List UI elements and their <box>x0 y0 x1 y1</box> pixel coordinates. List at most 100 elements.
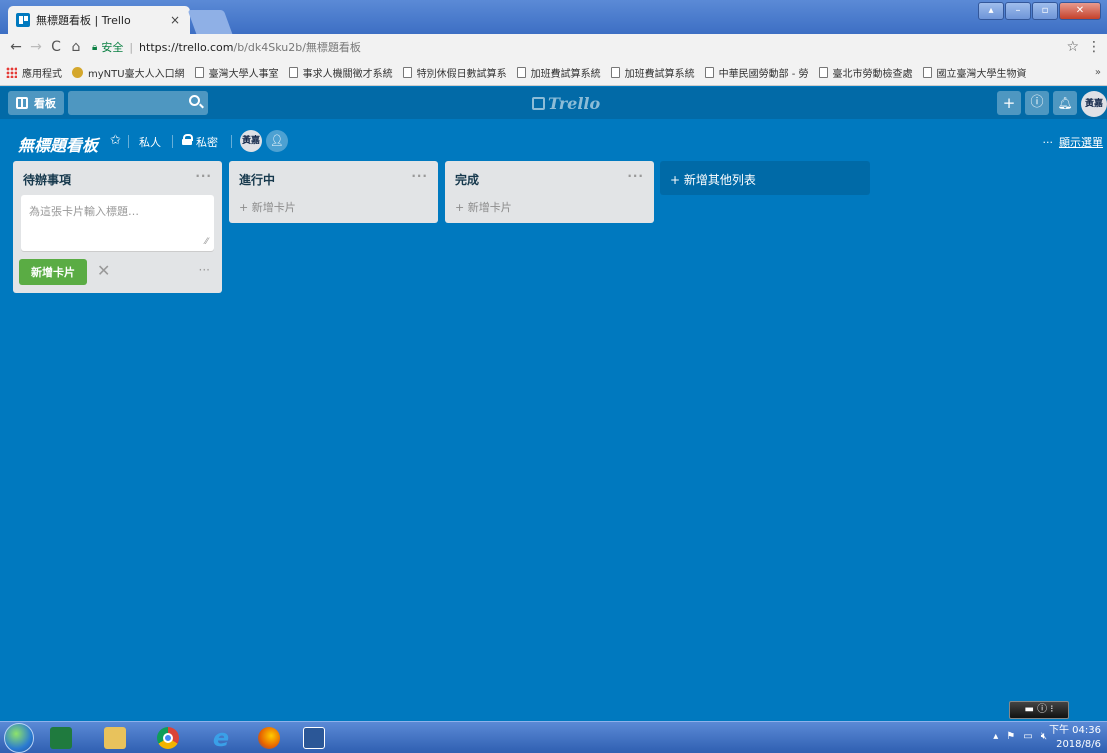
bookmark-label: 臺北市勞動檢查處 <box>832 69 913 80</box>
board-team[interactable]: 私人 <box>139 134 161 150</box>
card-title-input[interactable] <box>27 201 208 231</box>
list-done: 完成 ··· + 新增卡片 <box>445 161 654 223</box>
create-plus-icon[interactable]: + <box>997 91 1021 115</box>
notification-bell-icon[interactable]: 🔔︎ <box>1053 91 1077 115</box>
list-menu-icon[interactable]: ··· <box>411 169 428 183</box>
page-icon <box>516 67 526 78</box>
bookmark-item[interactable]: 中華民國勞動部 - 勞 <box>704 65 809 80</box>
add-card-link[interactable]: + 新增卡片 <box>229 195 438 223</box>
system-tray: ▴ ⚑ ▭ 🔇︎ <box>985 731 1047 742</box>
board-header: 無標題看板 ✩ 私人 私密 黃嘉 👤︎ ··· 顯示選單 <box>0 127 1107 155</box>
info-icon[interactable]: ⓘ <box>1025 91 1049 115</box>
add-card-link[interactable]: + 新增卡片 <box>445 195 654 223</box>
composer-options-icon[interactable]: ··· <box>199 263 210 277</box>
list-title: 進行中 <box>239 173 276 187</box>
restore-icon[interactable]: ▴ <box>978 2 1004 20</box>
back-icon[interactable]: ← <box>6 39 26 55</box>
internet-explorer-icon[interactable]: e <box>210 726 232 750</box>
maximize-icon[interactable]: ▫ <box>1032 2 1058 20</box>
bookmark-item[interactable]: 加班費試算系統 <box>516 65 601 80</box>
invite-member-icon[interactable]: 👤︎ <box>266 130 288 152</box>
bookmark-label: 加班費試算系統 <box>624 69 695 80</box>
trello-favicon-icon <box>16 13 30 27</box>
url-separator: | <box>129 40 134 54</box>
bookmark-item[interactable]: 特別休假日數試算系 <box>402 65 507 80</box>
cancel-close-icon[interactable]: ✕ <box>97 261 110 280</box>
list-header[interactable]: 完成 ··· <box>445 161 654 195</box>
list-todo: 待辦事項 ··· ⁄⁄ 新增卡片 ✕ ··· <box>13 161 222 293</box>
action-center-flag-icon[interactable]: ⚑ <box>1006 731 1015 742</box>
page-icon <box>194 67 204 78</box>
window-close-icon[interactable]: ✕ <box>1059 2 1101 20</box>
excel-icon[interactable] <box>50 727 72 749</box>
chrome-icon[interactable] <box>157 727 179 749</box>
bookmark-label: 臺灣大學人事室 <box>208 69 279 80</box>
bookmark-myntu[interactable]: myNTU臺大人入口網 <box>72 65 185 80</box>
clock-time: 下午 04:36 <box>1049 725 1101 736</box>
page-icon <box>922 67 932 78</box>
address-bar[interactable]: 🔒︎ 安全 | https://trello.com /b/dk4Sku2b/無… <box>92 37 1060 57</box>
bookmark-item[interactable]: 國立臺灣大學生物資 <box>922 65 1027 80</box>
list-in-progress: 進行中 ··· + 新增卡片 <box>229 161 438 223</box>
bookmarks-overflow[interactable]: » <box>1095 67 1101 78</box>
tab-close-icon[interactable]: × <box>168 13 182 27</box>
bookmark-item[interactable]: 加班費試算系統 <box>610 65 695 80</box>
bookmark-star-icon[interactable]: ☆ <box>1066 39 1079 55</box>
window-controls: ▴ – ▫ ✕ <box>977 2 1101 20</box>
minimize-icon[interactable]: – <box>1005 2 1031 20</box>
bookmark-apps[interactable]: 應用程式 <box>6 65 62 80</box>
add-list-button[interactable]: + 新增其他列表 <box>660 161 870 195</box>
board-visibility[interactable]: 私密 <box>196 134 218 150</box>
list-header[interactable]: 進行中 ··· <box>229 161 438 195</box>
card-composer: ⁄⁄ <box>21 195 214 251</box>
trello-header: 看板 Trello + ⓘ 🔔︎ 黃嘉 <box>0 87 1107 119</box>
new-tab-button[interactable] <box>187 10 233 34</box>
header-divider <box>128 135 129 148</box>
more-icon: ··· <box>1042 136 1054 149</box>
file-explorer-icon[interactable] <box>104 727 126 749</box>
trello-logo[interactable]: Trello <box>532 94 600 113</box>
bookmark-item[interactable]: 事求人機關徵才系統 <box>288 65 393 80</box>
language-bar[interactable]: ▬ ⓘ ⁝ <box>1009 701 1069 719</box>
board-title[interactable]: 無標題看板 <box>18 132 98 156</box>
page-icon <box>704 67 714 78</box>
forward-icon[interactable]: → <box>26 39 46 55</box>
board-star-icon[interactable]: ✩ <box>110 133 121 148</box>
firefox-icon[interactable] <box>258 727 280 749</box>
windows-taskbar: e ▴ ⚑ ▭ 🔇︎ 下午 04:36 2018/8/6 <box>0 721 1107 753</box>
page-icon <box>610 67 620 78</box>
home-icon[interactable]: ⌂ <box>66 39 86 55</box>
bookmark-item[interactable]: 臺北市勞動檢查處 <box>818 65 913 80</box>
bookmark-label: 應用程式 <box>22 69 62 80</box>
user-avatar[interactable]: 黃嘉 <box>1081 91 1107 117</box>
private-lock-icon <box>182 134 193 145</box>
reload-icon[interactable]: C <box>46 39 66 55</box>
list-menu-icon[interactable]: ··· <box>195 169 212 183</box>
list-title: 待辦事項 <box>23 173 72 187</box>
bookmark-label: 中華民國勞動部 - 勞 <box>718 69 809 80</box>
resize-handle-icon[interactable]: ⁄⁄ <box>205 237 208 247</box>
boards-button[interactable]: 看板 <box>8 91 64 115</box>
list-menu-icon[interactable]: ··· <box>627 169 644 183</box>
ntu-logo-icon <box>72 67 83 78</box>
bookmark-label: 事求人機關徵才系統 <box>302 69 393 80</box>
volume-muted-icon[interactable]: 🔇︎ <box>1041 731 1047 742</box>
clock[interactable]: 下午 04:36 2018/8/6 <box>1049 724 1101 752</box>
add-card-button[interactable]: 新增卡片 <box>19 259 87 285</box>
secure-lock-icon: 🔒︎ <box>92 41 98 53</box>
browser-tab[interactable]: 無標題看板 | Trello × <box>8 6 190 34</box>
browser-menu-icon[interactable]: ⋮ <box>1087 39 1101 55</box>
header-divider <box>172 135 173 148</box>
bookmark-item[interactable]: 臺灣大學人事室 <box>194 65 279 80</box>
logo-text: Trello <box>548 94 601 113</box>
search-input[interactable] <box>68 91 208 115</box>
member-avatar[interactable]: 黃嘉 <box>240 130 262 152</box>
tray-expand-icon[interactable]: ▴ <box>993 731 998 742</box>
show-menu-button[interactable]: ··· 顯示選單 <box>1043 134 1104 150</box>
windows-start-icon[interactable] <box>4 723 34 753</box>
list-header[interactable]: 待辦事項 ··· <box>13 161 222 195</box>
network-icon[interactable]: ▭ <box>1023 731 1032 742</box>
word-icon[interactable] <box>303 727 325 749</box>
show-menu-label: 顯示選單 <box>1059 136 1103 149</box>
clock-date: 2018/8/6 <box>1056 739 1101 750</box>
